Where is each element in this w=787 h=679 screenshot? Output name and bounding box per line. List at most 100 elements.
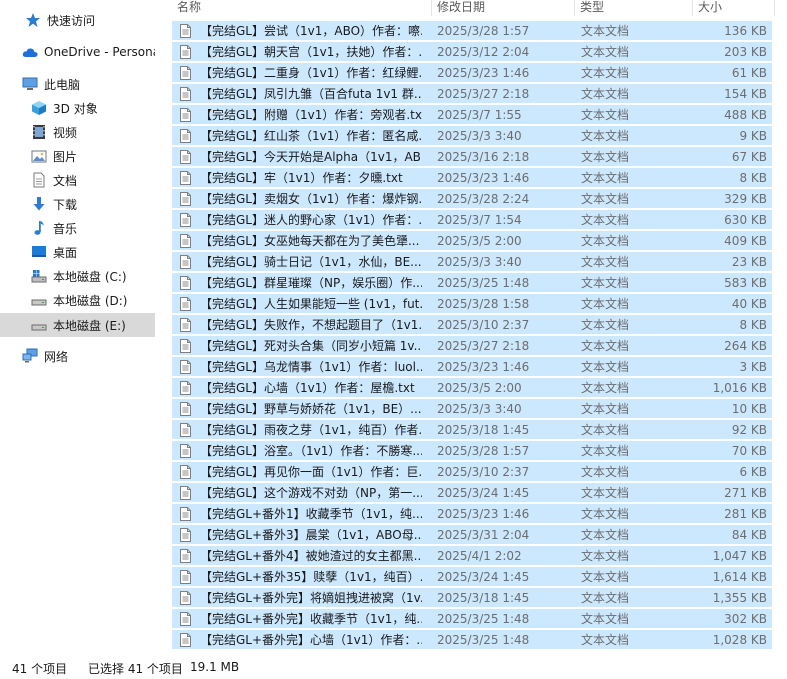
file-name: 【完结GL】二重身（1v1）作者：红绿鲤... [200,66,422,80]
file-size: 488 KB [724,108,767,122]
table-row[interactable]: 【完结GL+番外完】心墙（1v1）作者：... 2025/3/25 1:48 文本文… [172,630,772,650]
nav-3d-objects[interactable]: 3D 对象 [0,96,155,120]
nav-drive-c[interactable]: 本地磁盘 (C:) [0,264,155,288]
table-row[interactable]: 【完结GL】女巫她每天都在为了美色犟... 2025/3/5 2:00 文本文档 40… [172,231,772,251]
file-type: 文本文档 [581,66,630,80]
file-type: 文本文档 [581,549,630,563]
file-date: 2025/3/28 1:57 [437,444,530,458]
table-row[interactable]: 【完结GL】乌龙情事（1v1）作者：luol... 2025/3/23 1:46 文… [172,357,772,377]
nav-videos[interactable]: 视频 [0,120,155,144]
column-header-date[interactable]: 修改日期 [432,0,575,16]
file-date: 2025/4/1 2:02 [437,549,522,563]
file-date: 2025/3/25 1:48 [437,276,530,290]
nav-onedrive[interactable]: OneDrive - Persona [0,40,155,64]
file-date: 2025/3/16 2:18 [437,150,530,164]
table-row[interactable]: 【完结GL】今天开始是Alpha（1v1，AB... 2025/3/16 2:18… [172,147,772,167]
file-name: 【完结GL】人生如果能短一些 (1v1，fut... [200,297,422,311]
table-row[interactable]: 【完结GL】尝试（1v1，ABO）作者：嚓... 2025/3/28 1:57 文本… [172,21,772,41]
star-icon [25,12,41,28]
navigation-pane: 快速访问 OneDrive - Persona 此电脑 3D 对象 视频 图片 [0,0,156,654]
table-row[interactable]: 【完结GL】再见你一面（1v1）作者：巨... 2025/3/10 2:37 文本文… [172,462,772,482]
file-size: 203 KB [724,45,767,59]
table-row[interactable]: 【完结GL+番外1】收藏季节（1v1，纯... 2025/3/23 1:46 文本文… [172,504,772,524]
computer-icon [22,76,38,92]
text-file-icon [180,465,191,479]
table-row[interactable]: 【完结GL】卖烟女（1v1）作者：爆炸钢... 2025/3/28 2:24 文本文… [172,189,772,209]
column-header-type[interactable]: 类型 [575,0,693,16]
table-row[interactable]: 【完结GL】红山茶（1v1）作者：匿名咸... 2025/3/3 3:40 文本文档… [172,126,772,146]
nav-desktop[interactable]: 桌面 [0,240,155,264]
table-row[interactable]: 【完结GL】朝天宫（1v1，扶她）作者：... 2025/3/12 2:04 文本文… [172,42,772,62]
file-date: 2025/3/18 1:45 [437,423,530,437]
table-row[interactable]: 【完结GL】二重身（1v1）作者：红绿鲤... 2025/3/23 1:46 文本文… [172,63,772,83]
table-row[interactable]: 【完结GL】凤引九雏（百合futa 1v1 群... 2025/3/27 2:18… [172,84,772,104]
table-row[interactable]: 【完结GL】附赠（1v1）作者：旁观者.txt 2025/3/7 1:55 文本文档… [172,105,772,125]
text-file-icon [180,633,191,647]
text-file-icon [180,360,191,374]
file-size: 1,355 KB [712,591,767,605]
file-type: 文本文档 [581,192,630,206]
file-size: 6 KB [739,465,767,479]
text-file-icon [180,381,191,395]
file-name: 【完结GL】迷人的野心家（1v1）作者：... [200,213,422,227]
file-type: 文本文档 [581,444,630,458]
file-type: 文本文档 [581,570,630,584]
file-type: 文本文档 [581,633,630,647]
file-size: 1,614 KB [712,570,767,584]
selected-count: 已选择 41 个项目 [88,662,183,676]
table-row[interactable]: 【完结GL】这个游戏不对劲（NP，第一... 2025/3/24 1:45 文本文档… [172,483,772,503]
table-row[interactable]: 【完结GL】迷人的野心家（1v1）作者：... 2025/3/7 1:54 文本文档… [172,210,772,230]
nav-drive-d[interactable]: 本地磁盘 (D:) [0,288,155,312]
nav-network[interactable]: 网络 [0,344,155,368]
table-row[interactable]: 【完结GL】群星璀璨（NP，娱乐圈）作... 2025/3/25 1:48 文本文档… [172,273,772,293]
file-type: 文本文档 [581,45,630,59]
text-file-icon [180,297,191,311]
nav-downloads[interactable]: 下载 [0,192,155,216]
file-date: 2025/3/23 1:46 [437,66,530,80]
file-date: 2025/3/28 2:24 [437,192,530,206]
table-row[interactable]: 【完结GL】雨夜之芽（1v1，纯百）作者... 2025/3/18 1:45 文本文… [172,420,772,440]
drive-icon [31,292,47,308]
table-row[interactable]: 【完结GL】浴室。（1v1）作者：不勝寒... 2025/3/28 1:57 文本文… [172,441,772,461]
drive-icon [31,317,47,333]
document-icon [31,172,47,188]
nav-music[interactable]: 音乐 [0,216,155,240]
file-size: 630 KB [724,213,767,227]
text-file-icon [180,423,191,437]
nav-this-pc[interactable]: 此电脑 [0,72,155,96]
nav-quick-access[interactable]: 快速访问 [0,8,155,32]
desktop-icon [31,244,47,260]
file-date: 2025/3/3 3:40 [437,402,522,416]
file-date: 2025/3/3 3:40 [437,129,522,143]
column-header-name[interactable]: 名称 [172,0,432,16]
table-row[interactable]: 【完结GL+番外35】赎孽（1v1，纯百）... 2025/3/24 1:45 文本… [172,567,772,587]
table-row[interactable]: 【完结GL】野草与娇娇花（1v1，BE）... 2025/3/3 3:40 文本文档… [172,399,772,419]
column-header-size[interactable]: 大小 [693,0,775,16]
file-size: 154 KB [724,87,767,101]
table-row[interactable]: 【完结GL】心墙（1v1）作者：屋檐.txt 2025/3/5 2:00 文本文档 1… [172,378,772,398]
nav-drive-e[interactable]: 本地磁盘 (E:) [0,313,155,337]
file-name: 【完结GL+番外完】将嫡姐拽进被窝（1v... [200,591,422,605]
table-row[interactable]: 【完结GL+番外完】收藏季节（1v1，纯... 2025/3/25 1:48 文本文… [172,609,772,629]
table-row[interactable]: 【完结GL】失败作，不想起题目了（1v1... 2025/3/10 2:37 文本文… [172,315,772,335]
table-row[interactable]: 【完结GL】骑士日记（1v1，水仙，BE... 2025/3/3 3:40 文本文档… [172,252,772,272]
nav-documents[interactable]: 文档 [0,168,155,192]
file-type: 文本文档 [581,129,630,143]
table-row[interactable]: 【完结GL+番外3】晨棠（1v1，ABO母... 2025/3/31 2:04 文本… [172,525,772,545]
file-name: 【完结GL】牢（1v1）作者：夕曛.txt [200,171,403,185]
table-row[interactable]: 【完结GL+番外4】被她渣过的女主都黑... 2025/4/1 2:02 文本文档 1… [172,546,772,566]
file-name: 【完结GL】群星璀璨（NP，娱乐圈）作... [200,276,422,290]
nav-pictures[interactable]: 图片 [0,144,155,168]
table-row[interactable]: 【完结GL】牢（1v1）作者：夕曛.txt 2025/3/23 1:46 文本文档 8… [172,168,772,188]
text-file-icon [180,192,191,206]
file-name: 【完结GL】骑士日记（1v1，水仙，BE... [200,255,422,269]
file-type: 文本文档 [581,507,630,521]
table-row[interactable]: 【完结GL】人生如果能短一些 (1v1，fut... 2025/3/28 1:58… [172,294,772,314]
item-count: 41 个项目 [12,662,68,676]
file-type: 文本文档 [581,297,630,311]
table-row[interactable]: 【完结GL+番外完】将嫡姐拽进被窝（1v... 2025/3/18 1:45 文本文… [172,588,772,608]
status-bar: 41 个项目 已选择 41 个项目 19.1 MB [0,656,787,679]
text-file-icon [180,444,191,458]
file-name: 【完结GL】朝天宫（1v1，扶她）作者：... [200,45,422,59]
table-row[interactable]: 【完结GL】死对头合集（同岁小短篇 1v... 2025/3/27 2:18 文本文… [172,336,772,356]
